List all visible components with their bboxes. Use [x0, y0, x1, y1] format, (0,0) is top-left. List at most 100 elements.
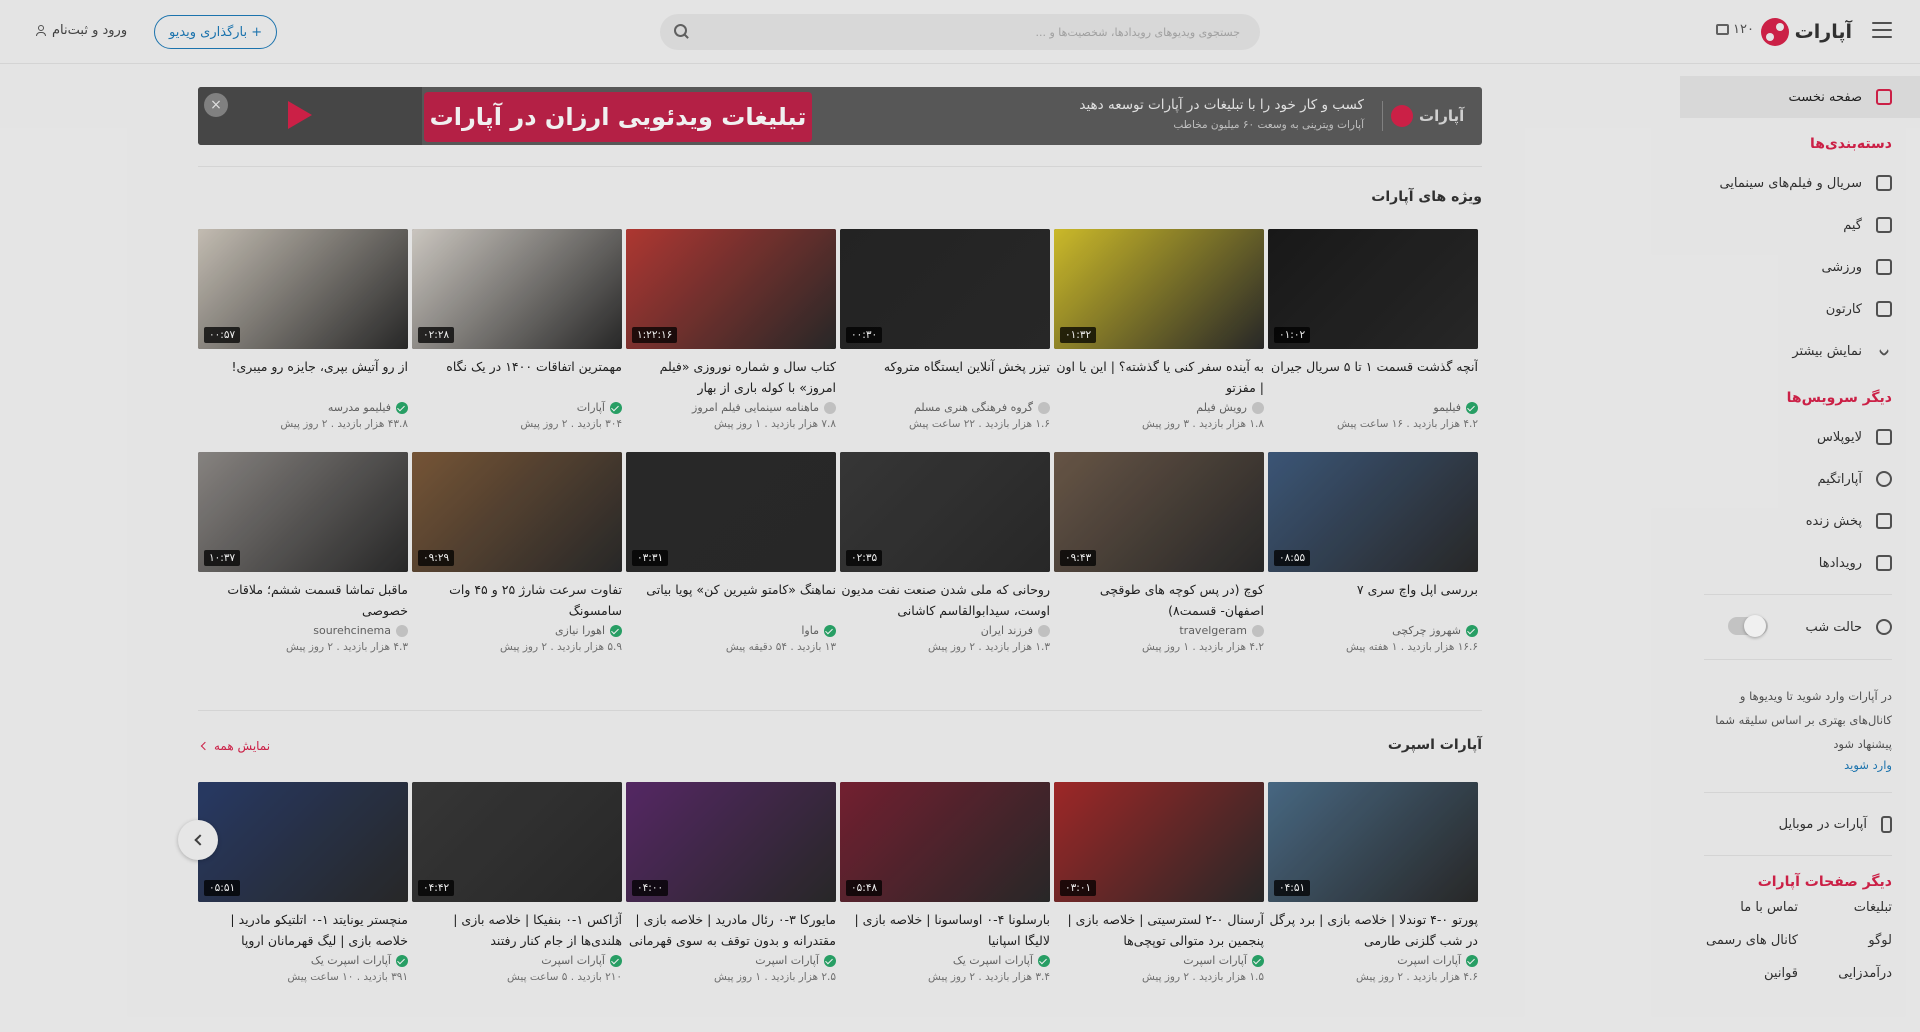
sidebar-item-live[interactable]: پخش زنده: [1680, 500, 1920, 542]
other-page-link[interactable]: درآمدزایی: [1798, 966, 1892, 981]
video-title[interactable]: نماهنگ «کامتو شیرین کن» پویا بیاتی: [626, 579, 836, 621]
sidebar-item-sports[interactable]: ورزشی: [1680, 246, 1920, 288]
video-thumbnail[interactable]: ۰۵:۵۱: [198, 782, 408, 902]
video-card[interactable]: ۰۳:۰۱ آرسنال ۰-۲ لسترسیتی | خلاصه بازی |…: [1054, 782, 1264, 983]
video-card[interactable]: ۰۴:۴۲ آژاکس ۱-۰ بنفیکا | خلاصه بازی | هل…: [412, 782, 622, 983]
channel-row[interactable]: فرزند ایران: [840, 624, 1050, 637]
video-thumbnail[interactable]: ۰۴:۵۱: [1268, 782, 1478, 902]
video-title[interactable]: تفاوت سرعت شارژ ۲۵ و ۴۵ وات سامسونگ: [412, 579, 622, 621]
sidebar-item-show-more[interactable]: نمایش بیشتر: [1680, 330, 1920, 372]
show-all-link[interactable]: نمایش همه: [200, 739, 270, 753]
video-card[interactable]: ۱:۲۲:۱۶ کتاب سال و شماره نوروزی «فیلم ام…: [626, 229, 836, 430]
video-title[interactable]: بارسلونا ۴-۰ اوساسونا | خلاصه بازی | لال…: [840, 909, 1050, 951]
video-title[interactable]: از رو آتیش بپری، جایزه رو میبری!: [198, 356, 408, 398]
video-thumbnail[interactable]: ۰۹:۲۹: [412, 452, 622, 572]
close-icon[interactable]: ×: [204, 93, 228, 117]
sidebar-item-game[interactable]: گیم: [1680, 204, 1920, 246]
hamburger-menu-icon[interactable]: [1872, 22, 1892, 38]
video-title[interactable]: کوچ (در پس کوچه های طوقچی اصفهان- قسمت۸): [1054, 579, 1264, 621]
channel-row[interactable]: آپارات: [412, 401, 622, 414]
video-card[interactable]: ۰۴:۵۱ پورتو ۰-۴ توندلا | خلاصه بازی | بر…: [1268, 782, 1478, 983]
video-thumbnail[interactable]: ۰۸:۵۵: [1268, 452, 1478, 572]
video-card[interactable]: ۰۵:۵۱ منچستر یونایتد ۱-۰ اتلتیکو مادرید …: [198, 782, 408, 983]
channel-row[interactable]: travelgeram: [1054, 624, 1264, 637]
video-title[interactable]: بررسی اپل واچ سری ۷: [1268, 579, 1478, 621]
other-page-link[interactable]: تبلیغات: [1798, 900, 1892, 915]
video-thumbnail[interactable]: ۰۳:۳۱: [626, 452, 836, 572]
channel-row[interactable]: فیلیمو: [1268, 401, 1478, 414]
video-thumbnail[interactable]: ۱۰:۳۷: [198, 452, 408, 572]
video-thumbnail[interactable]: ۰۲:۳۵: [840, 452, 1050, 572]
channel-row[interactable]: شهروز چرکچی: [1268, 624, 1478, 637]
video-card[interactable]: ۰۹:۴۳ کوچ (در پس کوچه های طوقچی اصفهان- …: [1054, 452, 1264, 653]
video-title[interactable]: مایورکا ۳-۰ رئال مادرید | خلاصه بازی | م…: [626, 909, 836, 951]
video-card[interactable]: ۰۱:۳۲ به آینده سفر کنی یا گذشته؟ | این ی…: [1054, 229, 1264, 430]
video-card[interactable]: ۰۰:۳۰ تیزر پخش آنلاین ایستگاه متروکه گرو…: [840, 229, 1050, 430]
video-card[interactable]: ۰۹:۲۹ تفاوت سرعت شارژ ۲۵ و ۴۵ وات سامسون…: [412, 452, 622, 653]
video-card[interactable]: ۰۱:۰۲ آنچه گذشت قسمت ۱ تا ۵ سریال جیران …: [1268, 229, 1478, 430]
channel-row[interactable]: اهورا نیازی: [412, 624, 622, 637]
video-card[interactable]: ۰۳:۳۱ نماهنگ «کامتو شیرین کن» پویا بیاتی…: [626, 452, 836, 653]
video-thumbnail[interactable]: ۰۴:۴۲: [412, 782, 622, 902]
video-title[interactable]: پورتو ۰-۴ توندلا | خلاصه بازی | برد پرگل…: [1268, 909, 1478, 951]
night-mode-toggle[interactable]: [1728, 615, 1768, 637]
channel-row[interactable]: فیلیمو مدرسه: [198, 401, 408, 414]
points-counter[interactable]: ۱۲۰: [1716, 22, 1754, 37]
video-title[interactable]: ماقبل تماشا قسمت ششم؛ ملاقات خصوصی: [198, 579, 408, 621]
sidebar-item-mobile[interactable]: آپارات در موبایل: [1680, 803, 1920, 845]
video-thumbnail[interactable]: ۰۲:۲۸: [412, 229, 622, 349]
ad-banner[interactable]: × تبلیغات ویدئویی ارزان در آپارات کسب و …: [198, 87, 1482, 145]
site-logo[interactable]: آپارات: [1760, 18, 1852, 46]
channel-row[interactable]: آپارات اسپرت یک: [198, 954, 408, 967]
sidebar-login-link[interactable]: وارد شوید: [1680, 756, 1920, 772]
video-card[interactable]: ۰۲:۳۵ روحانی که ملی شدن صنعت نفت مدیون ا…: [840, 452, 1050, 653]
other-page-link[interactable]: تماس با ما: [1704, 900, 1798, 915]
sidebar-item-home[interactable]: صفحه نخست: [1680, 76, 1920, 118]
video-thumbnail[interactable]: ۰۳:۰۱: [1054, 782, 1264, 902]
video-title[interactable]: مهمترین اتفاقات ۱۴۰۰ در یک نگاه: [412, 356, 622, 398]
sidebar-item-events[interactable]: رویدادها: [1680, 542, 1920, 584]
video-title[interactable]: آنچه گذشت قسمت ۱ تا ۵ سریال جیران: [1268, 356, 1478, 398]
video-title[interactable]: منچستر یونایتد ۱-۰ اتلتیکو مادرید | خلاص…: [198, 909, 408, 951]
video-thumbnail[interactable]: ۰۱:۳۲: [1054, 229, 1264, 349]
channel-row[interactable]: sourehcinema: [198, 624, 408, 637]
upload-video-button[interactable]: + بارگذاری ویدیو: [154, 15, 278, 49]
channel-row[interactable]: گروه فرهنگی هنری مسلم: [840, 401, 1050, 414]
other-page-link[interactable]: قوانین: [1704, 966, 1798, 981]
sidebar-item-aparatgame[interactable]: آپاراتگیم: [1680, 458, 1920, 500]
video-thumbnail[interactable]: ۰۰:۳۰: [840, 229, 1050, 349]
slider-prev-button[interactable]: [178, 820, 218, 860]
video-thumbnail[interactable]: ۰۰:۵۷: [198, 229, 408, 349]
search-icon[interactable]: [674, 24, 688, 38]
channel-row[interactable]: ماهنامه سینمایی فیلم امروز: [626, 401, 836, 414]
video-card[interactable]: ۱۰:۳۷ ماقبل تماشا قسمت ششم؛ ملاقات خصوصی…: [198, 452, 408, 653]
video-card[interactable]: ۰۰:۵۷ از رو آتیش بپری، جایزه رو میبری! ف…: [198, 229, 408, 430]
channel-row[interactable]: آپارات اسپرت: [412, 954, 622, 967]
sidebar-item-cartoon[interactable]: کارتون: [1680, 288, 1920, 330]
sidebar-item-liveplus[interactable]: لایوپلاس: [1680, 416, 1920, 458]
channel-row[interactable]: آپارات اسپرت: [1268, 954, 1478, 967]
channel-row[interactable]: آپارات اسپرت: [1054, 954, 1264, 967]
channel-row[interactable]: آپارات اسپرت یک: [840, 954, 1050, 967]
video-card[interactable]: ۰۲:۲۸ مهمترین اتفاقات ۱۴۰۰ در یک نگاه آپ…: [412, 229, 622, 430]
video-title[interactable]: روحانی که ملی شدن صنعت نفت مدیون اوست، س…: [840, 579, 1050, 621]
video-title[interactable]: آرسنال ۰-۲ لسترسیتی | خلاصه بازی | پنجمی…: [1054, 909, 1264, 951]
channel-row[interactable]: آپارات اسپرت: [626, 954, 836, 967]
video-card[interactable]: ۰۵:۴۸ بارسلونا ۴-۰ اوساسونا | خلاصه بازی…: [840, 782, 1050, 983]
other-page-link[interactable]: کانال های رسمی: [1704, 933, 1798, 948]
other-page-link[interactable]: لوگو: [1798, 933, 1892, 948]
video-card[interactable]: ۰۴:۰۰ مایورکا ۳-۰ رئال مادرید | خلاصه با…: [626, 782, 836, 983]
channel-row[interactable]: رویش فیلم: [1054, 401, 1264, 414]
video-thumbnail[interactable]: ۰۹:۴۳: [1054, 452, 1264, 572]
sidebar-item-movies[interactable]: سریال و فیلم‌های سینمایی: [1680, 162, 1920, 204]
login-link[interactable]: ورود و ثبت‌نام: [36, 23, 127, 38]
video-card[interactable]: ۰۸:۵۵ بررسی اپل واچ سری ۷ شهروز چرکچی ۱۶…: [1268, 452, 1478, 653]
channel-row[interactable]: ماوا: [626, 624, 836, 637]
video-title[interactable]: تیزر پخش آنلاین ایستگاه متروکه: [840, 356, 1050, 398]
video-thumbnail[interactable]: ۰۱:۰۲: [1268, 229, 1478, 349]
video-title[interactable]: به آینده سفر کنی یا گذشته؟ | این یا اون …: [1054, 356, 1264, 398]
video-thumbnail[interactable]: ۱:۲۲:۱۶: [626, 229, 836, 349]
video-thumbnail[interactable]: ۰۴:۰۰: [626, 782, 836, 902]
video-thumbnail[interactable]: ۰۵:۴۸: [840, 782, 1050, 902]
video-title[interactable]: کتاب سال و شماره نوروزی «فیلم امروز» با …: [626, 356, 836, 398]
